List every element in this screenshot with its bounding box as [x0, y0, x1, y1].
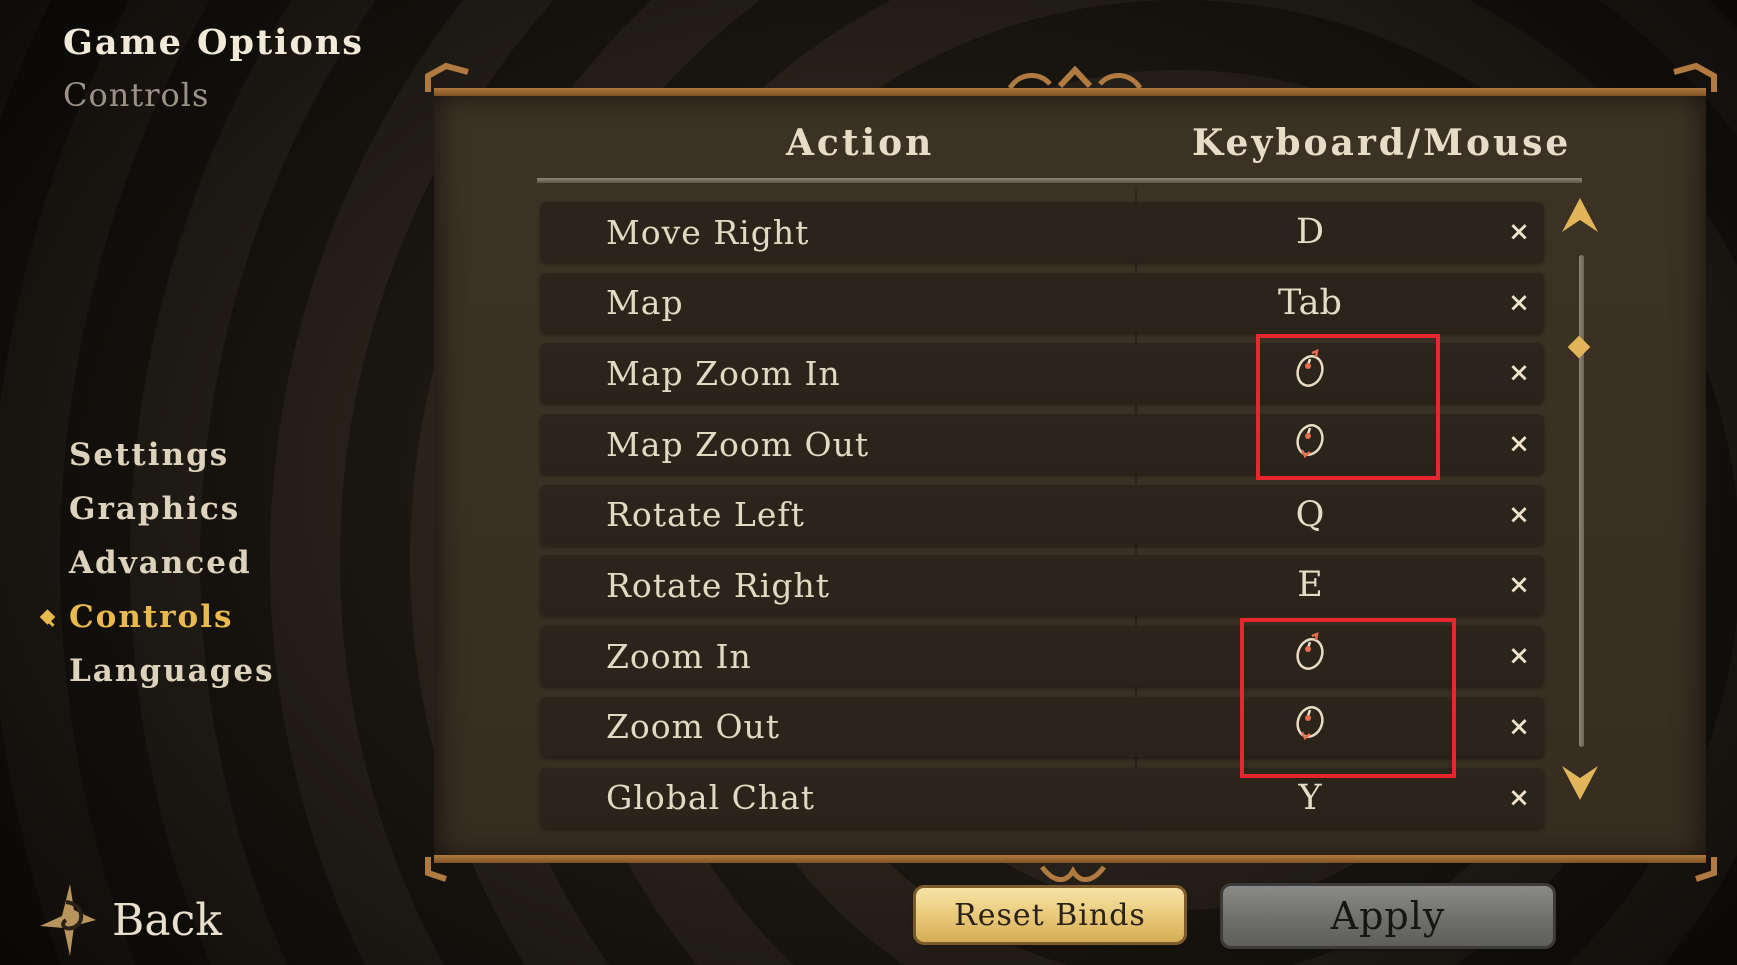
nav-item-label: Settings [69, 437, 230, 473]
nav-item-label: Languages [69, 653, 275, 689]
clear-binding-icon[interactable]: × [1504, 343, 1534, 403]
game-options-screen: Game Options Controls Settings Graphics … [0, 0, 1737, 965]
corner-ornament-icon [424, 62, 472, 105]
nav-item-graphics[interactable]: Graphics [40, 482, 275, 536]
scroll-up-arrow-icon[interactable] [1560, 196, 1600, 240]
options-nav: Settings Graphics Advanced Controls Lang… [39, 428, 275, 698]
column-header-action: Action [786, 122, 935, 164]
back-label: Back [112, 894, 222, 946]
clear-binding-icon[interactable]: × [1504, 697, 1534, 757]
corner-ornament-icon [1670, 852, 1718, 892]
binding-key[interactable]: Tab [1260, 273, 1360, 333]
binding-row-map: Map Tab × [540, 272, 1544, 333]
scroll-down-arrow-icon[interactable] [1560, 762, 1600, 806]
binding-row-rotate-left: Rotate Left Q × [540, 484, 1544, 545]
action-label: Map [606, 283, 684, 323]
clear-binding-icon[interactable]: × [1504, 414, 1534, 474]
action-label: Global Chat [606, 778, 816, 817]
binding-key[interactable]: E [1260, 555, 1360, 615]
page-subtitle: Controls [63, 76, 210, 114]
action-label: Move Right [606, 212, 810, 252]
page-title: Game Options [63, 22, 364, 63]
back-button[interactable]: Back [36, 880, 222, 960]
nav-item-label: Advanced [69, 545, 252, 581]
corner-ornament-icon [1670, 62, 1718, 105]
binding-key[interactable]: D [1260, 202, 1360, 262]
corner-ornament-icon [424, 852, 472, 892]
action-label: Zoom In [606, 636, 752, 676]
back-arrow-icon [36, 880, 102, 960]
nav-item-label: Controls [69, 599, 234, 635]
selected-arrow-icon [39, 609, 56, 625]
clear-binding-icon[interactable]: × [1504, 768, 1534, 828]
binding-key[interactable]: Q [1260, 485, 1360, 545]
column-header-keyboard-mouse: Keyboard/Mouse [1192, 122, 1572, 164]
binding-row-move-right: Move Right D × [540, 202, 1544, 262]
action-label: Zoom Out [606, 707, 781, 747]
clear-binding-icon[interactable]: × [1504, 273, 1534, 333]
highlight-box [1256, 334, 1440, 480]
clear-binding-icon[interactable]: × [1504, 485, 1534, 545]
action-label: Rotate Right [606, 565, 830, 605]
apply-button[interactable]: Apply [1223, 886, 1553, 946]
nav-item-label: Graphics [69, 491, 241, 527]
action-label: Rotate Left [606, 495, 805, 535]
nav-item-languages[interactable]: Languages [40, 644, 275, 698]
nav-item-controls[interactable]: Controls [39, 590, 275, 644]
reset-binds-button[interactable]: Reset Binds [916, 888, 1184, 942]
action-label: Map Zoom In [606, 353, 841, 393]
binding-row-rotate-right: Rotate Right E × [540, 555, 1544, 616]
highlight-box [1240, 618, 1456, 778]
clear-binding-icon[interactable]: × [1504, 626, 1534, 686]
clear-binding-icon[interactable]: × [1504, 555, 1534, 615]
nav-item-settings[interactable]: Settings [40, 428, 275, 482]
action-label: Map Zoom Out [606, 424, 870, 464]
scrollbar-track[interactable] [1579, 255, 1584, 747]
clear-binding-icon[interactable]: × [1504, 202, 1534, 262]
crest-ornament-icon [1000, 62, 1150, 105]
nav-item-advanced[interactable]: Advanced [40, 536, 275, 590]
header-divider [537, 178, 1582, 183]
